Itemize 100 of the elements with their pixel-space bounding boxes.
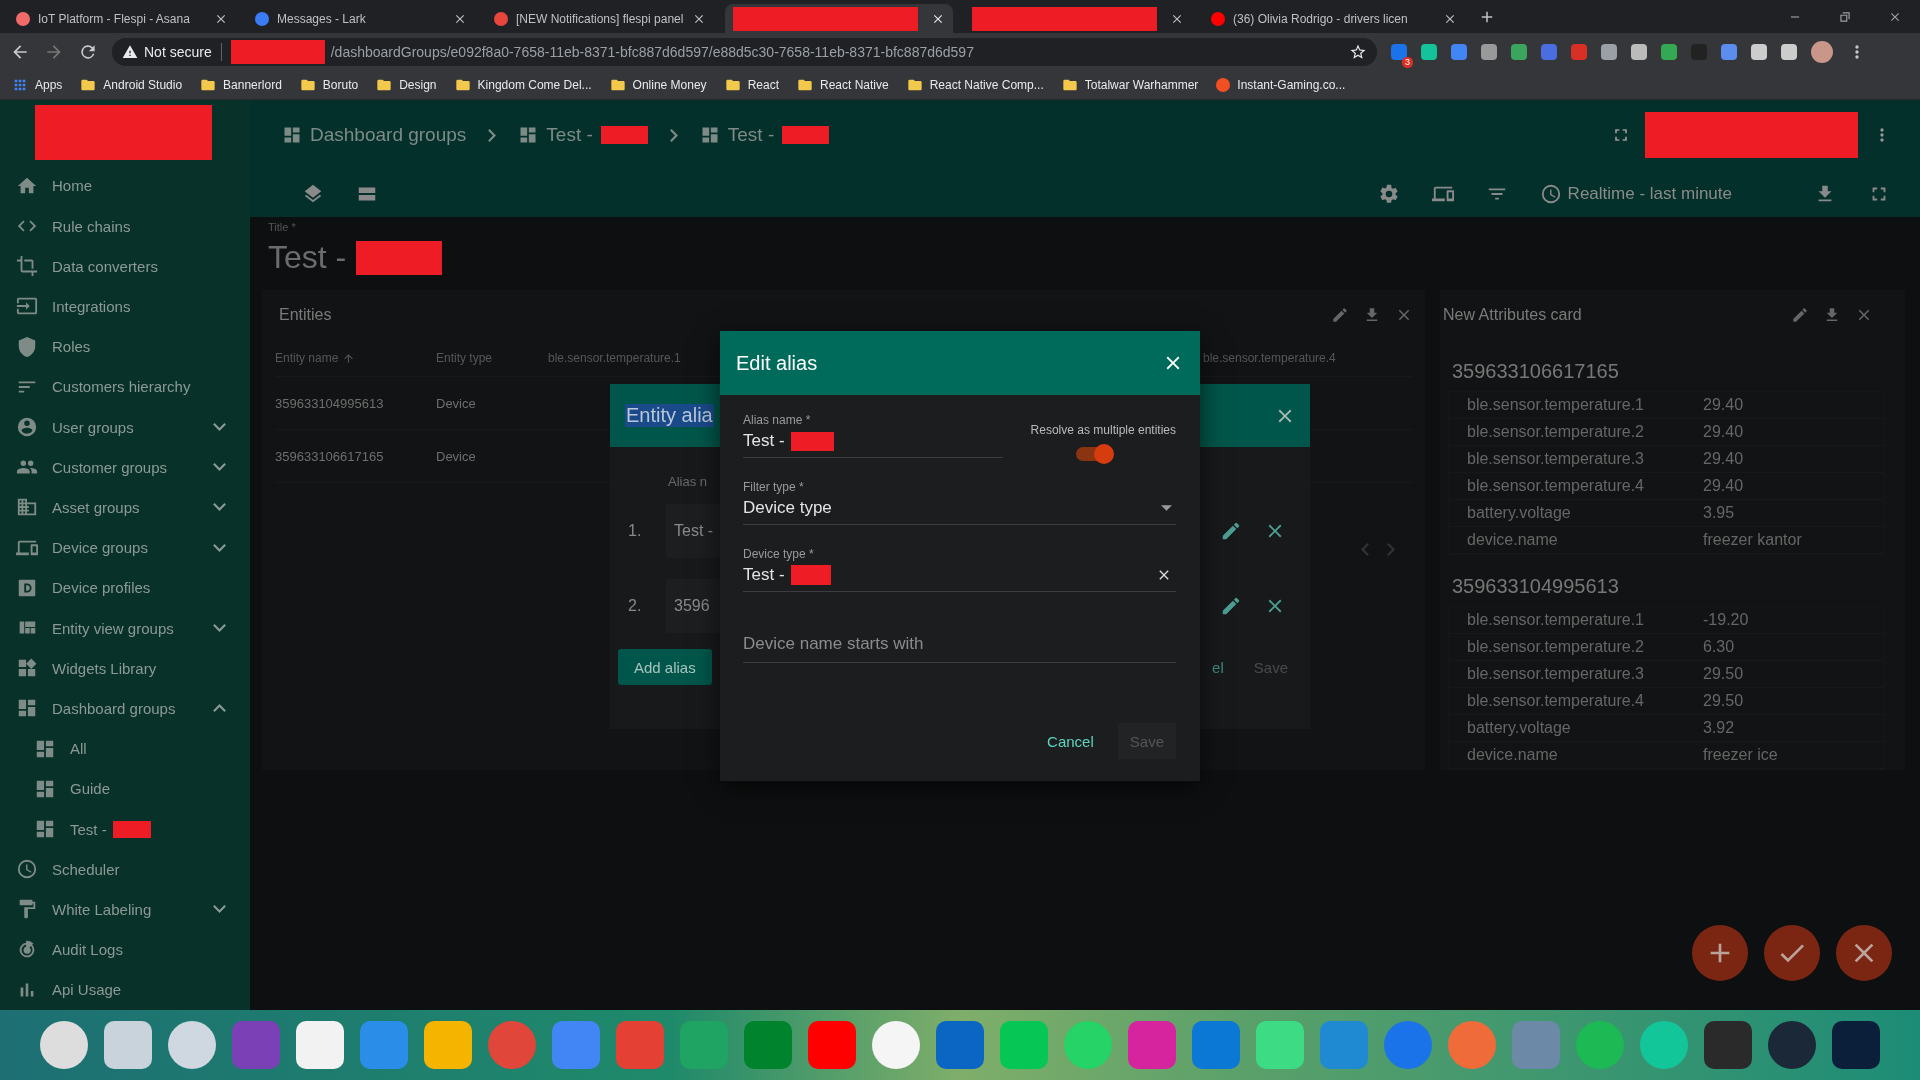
alias-name: 3596 — [674, 596, 710, 615]
attribute-name: device.name — [1467, 746, 1559, 764]
browser-tab[interactable]: (36) Olivia Rodrigo - drivers licen — [1203, 4, 1465, 33]
sidebar-item[interactable]: Integrations — [0, 286, 250, 327]
edit-icon[interactable] — [1791, 306, 1809, 324]
extension-icon[interactable] — [1751, 43, 1767, 60]
breadcrumb[interactable]: Dashboard groups — [310, 124, 467, 146]
sidebar-label: Customers hierarchy — [52, 378, 191, 396]
column-header[interactable]: Entity type — [436, 351, 493, 365]
layers-icon[interactable] — [302, 182, 324, 205]
restore-icon[interactable] — [1838, 9, 1852, 24]
filter-type-dropdown[interactable]: Filter type * Device type — [743, 480, 1176, 525]
cancel-button[interactable]: Cancel — [1035, 723, 1106, 759]
dashboard-title: Test - — [268, 239, 347, 276]
bookmark[interactable]: Instant-Gaming.co... — [1216, 77, 1346, 92]
extension-icon[interactable] — [1511, 43, 1527, 60]
column-header[interactable]: Entity name — [275, 351, 339, 365]
sidebar-label: Widgets Library — [52, 659, 157, 677]
extension-icon[interactable] — [1481, 43, 1497, 60]
alias-name-field[interactable]: Alias name * Test - — [743, 413, 1003, 458]
attribute-value: 3.92 — [1703, 719, 1735, 737]
bookmark[interactable]: Bannerlord — [200, 76, 282, 93]
sidebar-item[interactable]: All — [0, 728, 250, 769]
dashboard-icon — [282, 125, 302, 145]
browser-tab[interactable]: [NEW Notifications] flespi panel — [486, 4, 714, 33]
tab-title: Messages - Lark — [277, 11, 367, 26]
extension-icon[interactable] — [1451, 43, 1467, 60]
sidebar-item[interactable]: Test - — [0, 808, 250, 850]
extension-icon[interactable] — [1601, 43, 1617, 60]
browser-tab[interactable]: IoT Platform - Flespi - Asana — [8, 4, 236, 33]
attribute-value: freezer kantor — [1703, 531, 1802, 549]
device-type-field[interactable]: Device type * Test - — [743, 547, 1176, 592]
extension-icon[interactable] — [1661, 43, 1677, 60]
browser-tab[interactable]: Messages - Lark — [247, 4, 475, 33]
sidebar-item[interactable]: Api Usage — [0, 969, 250, 1010]
toggle-label: Resolve as multiple entities — [1030, 423, 1176, 437]
sidebar-label: Device profiles — [52, 579, 151, 597]
sidebar-label: User groups — [52, 418, 134, 436]
attribute-name: battery.voltage — [1467, 504, 1572, 522]
sidebar-item[interactable]: Device groups — [0, 527, 250, 568]
attribute-name: ble.sensor.temperature.3 — [1467, 665, 1645, 683]
bookmark[interactable]: Android Studio — [80, 76, 183, 93]
attribute-value: 29.50 — [1703, 665, 1744, 683]
sidebar-item[interactable]: Customers hierarchy — [0, 366, 250, 407]
site-icon — [1211, 11, 1225, 26]
account-icon — [16, 416, 38, 438]
chevron-icon — [669, 128, 678, 142]
extension-icon[interactable] — [1721, 43, 1737, 60]
sidebar-label: Device groups — [52, 539, 148, 557]
sidebar-item[interactable]: Guide — [0, 768, 250, 809]
attribute-value: 6.30 — [1703, 638, 1735, 656]
sidebar-item[interactable]: Entity view groups — [0, 607, 250, 649]
url-text: /dashboardGroups/e092f8a0-7658-11eb-8371-bfc887d6d597/e88d5c30-7658-11eb-8371-bfc887d6d597 — [330, 43, 974, 60]
breadcrumb[interactable]: Test - — [546, 124, 593, 146]
device-name-field[interactable]: Device name starts with — [743, 614, 1176, 663]
dashboard-icon — [518, 125, 539, 145]
site-icon — [494, 11, 508, 26]
dialog-title: Edit alias — [736, 351, 818, 375]
sidebar-item[interactable]: Roles — [0, 326, 250, 367]
extension-icon[interactable] — [1421, 43, 1437, 60]
column-header[interactable]: ble.sensor.temperature.1 — [548, 351, 681, 365]
bookmark[interactable]: Totalwar Warhammer — [1061, 76, 1199, 93]
bookmark[interactable]: Boruto — [299, 76, 359, 93]
edit-icon[interactable] — [1331, 306, 1349, 324]
attribute-value: 29.40 — [1703, 423, 1744, 441]
attribute-name: ble.sensor.temperature.4 — [1467, 477, 1645, 495]
cancel-button[interactable]: el — [1210, 649, 1226, 685]
bookmark[interactable]: React — [724, 76, 779, 93]
attribute-name: ble.sensor.temperature.2 — [1467, 423, 1645, 441]
toggle-switch[interactable] — [1076, 447, 1112, 461]
bookmark[interactable]: React Native — [797, 76, 889, 93]
site-icon — [16, 11, 30, 26]
sidebar-item[interactable]: Scheduler — [0, 849, 250, 890]
sidebar-item[interactable]: Home — [0, 165, 250, 206]
timewindow-button[interactable]: Realtime - last minute — [1567, 183, 1732, 204]
sidebar-item[interactable]: Data converters — [0, 246, 250, 287]
add-alias-button[interactable]: Add alias — [618, 649, 712, 685]
breadcrumb[interactable]: Test - — [727, 124, 775, 146]
column-header[interactable]: ble.sensor.temperature.4 — [1203, 351, 1336, 365]
bookmark[interactable]: Online Money — [609, 76, 707, 93]
extension-icon[interactable] — [1781, 43, 1797, 60]
attribute-value: 3.95 — [1703, 504, 1735, 522]
settings-icon[interactable] — [1377, 182, 1400, 205]
sidebar-item[interactable]: Customer groups — [0, 447, 250, 488]
extension-icon[interactable] — [1631, 43, 1647, 60]
sidebar-item[interactable]: White Labeling — [0, 889, 250, 930]
sidebar-item[interactable]: Rule chains — [0, 205, 250, 247]
sidebar-item[interactable]: Audit Logs — [0, 929, 250, 970]
bookmark[interactable]: React Native Comp... — [906, 76, 1044, 93]
sidebar-item[interactable]: Device profiles — [0, 567, 250, 608]
sidebar-item[interactable]: User groups — [0, 406, 250, 448]
address-bar[interactable]: Not secure /dashboardGroups/e092f8a0-7658-11eb-8371-bfc887d6d597/e88d5c30-7658-11eb-8371-bfc887d6d597 — [112, 37, 1377, 66]
chevron-icon — [488, 128, 497, 142]
bookmark[interactable]: Kingdom Come Del... — [454, 76, 592, 93]
sidebar-item[interactable]: Dashboard groups — [0, 688, 250, 729]
sidebar-item[interactable]: Widgets Library — [0, 648, 250, 689]
bookmark[interactable]: Design — [376, 76, 437, 93]
sidebar-item[interactable]: Asset groups — [0, 487, 250, 528]
bookmark[interactable]: Apps — [12, 76, 63, 93]
avatar-icon[interactable] — [1811, 40, 1833, 63]
